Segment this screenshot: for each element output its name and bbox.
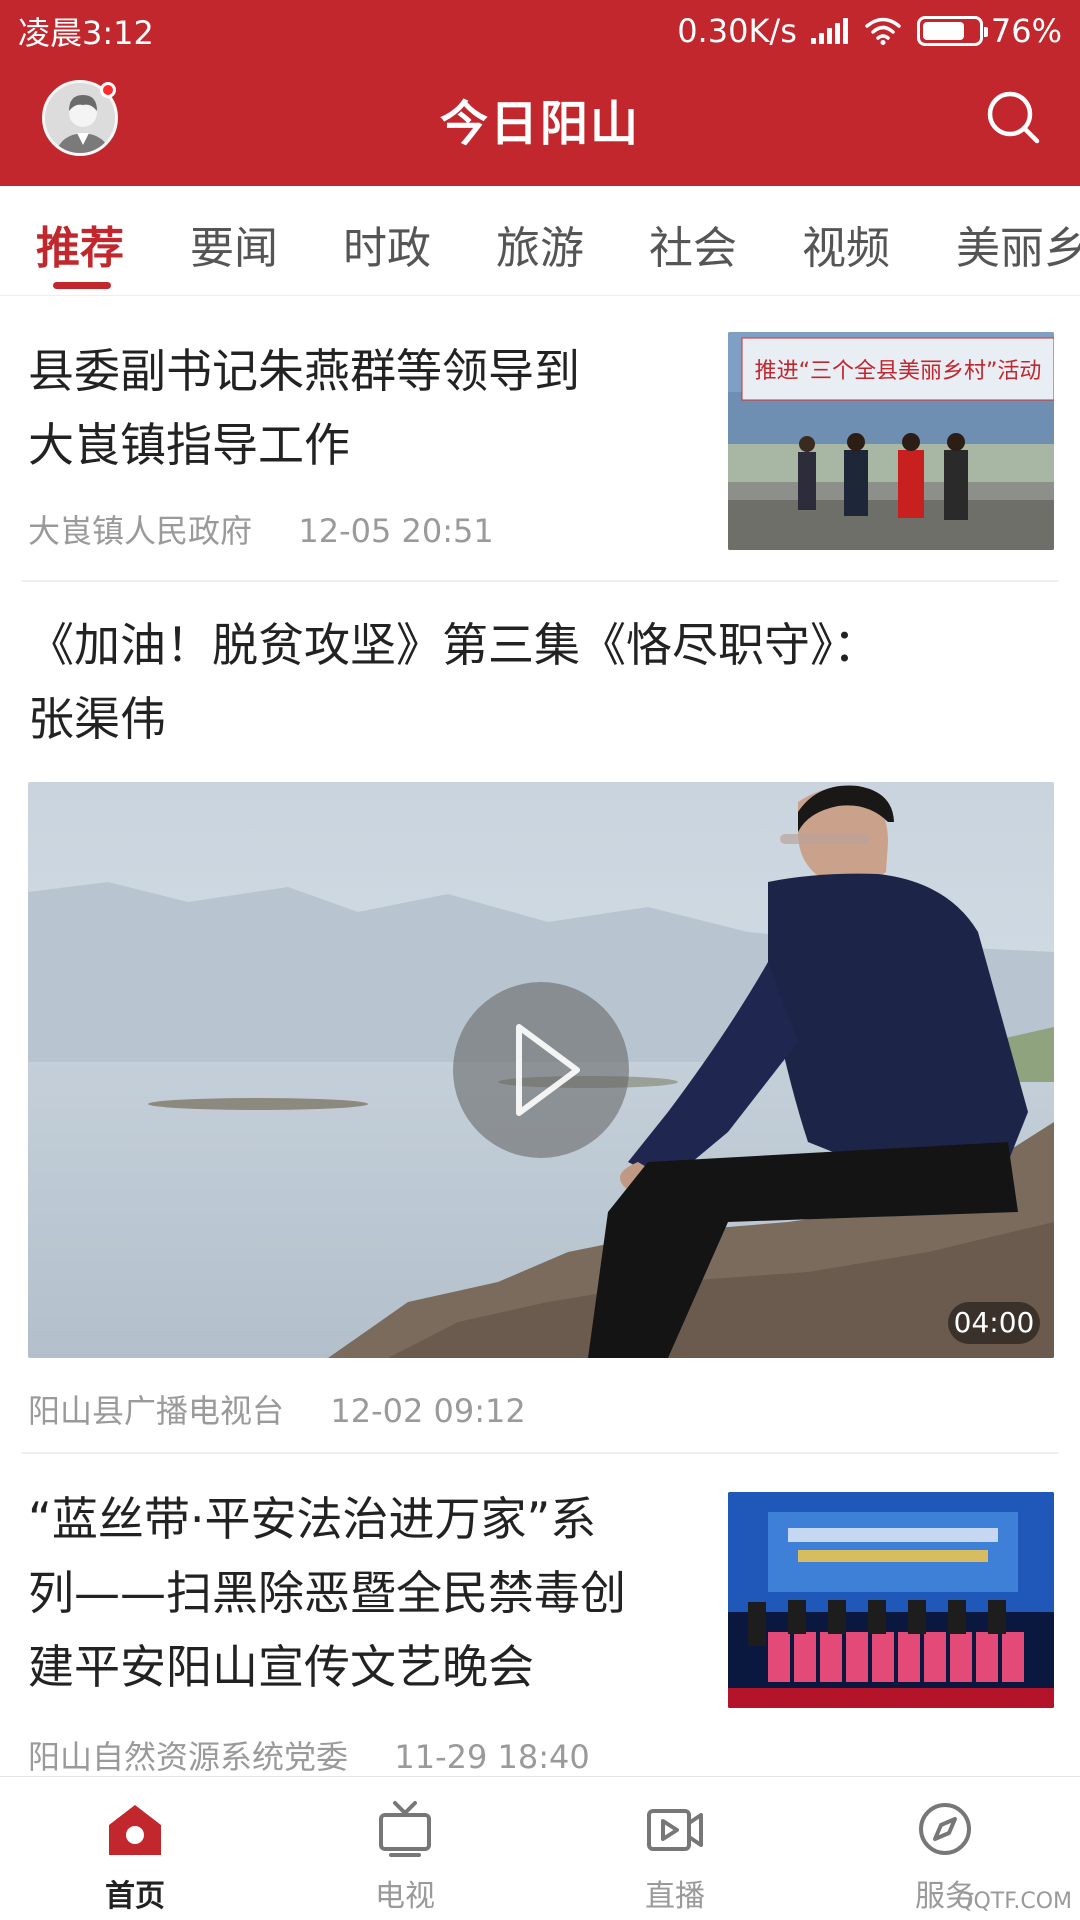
news-meta: 阳山县广播电视台 12-02 09:12 — [28, 1386, 526, 1432]
compass-icon — [919, 1803, 971, 1855]
news-source: 阳山县广播电视台 — [28, 1392, 285, 1430]
tab-headlines[interactable]: 要闻 — [190, 212, 278, 276]
status-bar: 凌晨3:12 0.30K/s 76% — [0, 0, 1080, 62]
feed-divider — [22, 1452, 1058, 1454]
title-line: 建平安阳山宣传文艺晚会 — [28, 1640, 534, 1694]
news-source: 阳山自然资源系统党委 — [28, 1738, 349, 1776]
title-line: “蓝丝带·平安法治进万家”系 — [28, 1492, 597, 1546]
title-line: 县委副书记朱燕群等领导到 — [28, 344, 580, 398]
tab-video[interactable]: 视频 — [802, 212, 890, 276]
title-line: 大崀镇指导工作 — [28, 418, 350, 472]
tab-travel[interactable]: 旅游 — [496, 212, 584, 276]
app-header: 凌晨3:12 0.30K/s 76% 今日阳山 — [0, 0, 1080, 186]
watermark: QQTF.COM — [956, 1889, 1072, 1914]
tab-politics[interactable]: 时政 — [343, 212, 431, 276]
nav-live[interactable]: 直播 — [540, 1777, 810, 1920]
news-thumbnail[interactable] — [728, 1492, 1054, 1708]
category-tabs: 推荐 要闻 时政 旅游 社会 视频 美丽乡 — [0, 186, 1080, 296]
app-title: 今日阳山 — [439, 96, 640, 152]
search-icon[interactable] — [984, 88, 1042, 146]
network-speed: 0.30K/s — [677, 12, 797, 50]
tv-icon — [379, 1801, 431, 1857]
news-title: “蓝丝带·平安法治进万家”系 列——扫黑除恶暨全民禁毒创 建平安阳山宣传文艺晚会 — [28, 1482, 708, 1704]
bottom-navigation: 首页 电视 直播 服务 QQTF.COM — [0, 1776, 1080, 1920]
title-line: 张渠伟 — [28, 692, 166, 746]
title-line: 列——扫黑除恶暨全民禁毒创 — [28, 1566, 626, 1620]
nav-label: 直播 — [645, 1879, 705, 1914]
news-title: 县委副书记朱燕群等领导到 大崀镇指导工作 — [28, 334, 688, 482]
live-video-icon — [647, 1809, 703, 1851]
thumbnail-image: 推进“三个全县美丽乡村”活动 — [728, 332, 1054, 550]
video-image: 04:00 — [28, 782, 1054, 1358]
title-line: 《加油！脱贫攻坚》第三集《恪尽职守》： — [28, 618, 879, 672]
status-time: 凌晨3:12 — [18, 14, 154, 52]
home-icon — [109, 1805, 161, 1855]
wifi-icon — [865, 17, 901, 45]
news-time: 12-02 09:12 — [330, 1392, 526, 1430]
battery-icon — [916, 16, 988, 46]
banner-text: 推进“三个全县美丽乡村”活动 — [755, 359, 1042, 384]
tab-society[interactable]: 社会 — [649, 212, 737, 276]
feed-divider — [22, 580, 1058, 582]
battery-text: 76% — [990, 12, 1062, 50]
video-thumbnail[interactable]: 04:00 — [28, 782, 1054, 1358]
news-title: 《加油！脱贫攻坚》第三集《恪尽职守》： 张渠伟 — [28, 608, 1058, 756]
nav-home[interactable]: 首页 — [0, 1777, 270, 1920]
tab-beautiful-village[interactable]: 美丽乡 — [956, 212, 1080, 276]
news-time: 11-29 18:40 — [394, 1738, 590, 1776]
video-duration: 04:00 — [954, 1306, 1035, 1339]
news-thumbnail[interactable]: 推进“三个全县美丽乡村”活动 — [728, 332, 1054, 550]
news-meta: 大崀镇人民政府 12-05 20:51 — [28, 506, 494, 552]
news-meta: 阳山自然资源系统党委 11-29 18:40 — [28, 1732, 590, 1776]
news-time: 12-05 20:51 — [298, 512, 494, 550]
active-tab-indicator — [53, 282, 111, 289]
news-source: 大崀镇人民政府 — [28, 512, 253, 550]
battery-fill — [922, 22, 964, 40]
signal-icon — [810, 18, 851, 44]
news-feed: 县委副书记朱燕群等领导到 大崀镇指导工作 大崀镇人民政府 12-05 20:51… — [0, 296, 1080, 1776]
nav-label: 电视 — [375, 1879, 435, 1914]
nav-label: 首页 — [105, 1879, 165, 1914]
status-right: 0.30K/s 76% — [677, 8, 1062, 54]
nav-tv[interactable]: 电视 — [270, 1777, 540, 1920]
thumbnail-image — [728, 1492, 1054, 1708]
tab-recommend[interactable]: 推荐 — [36, 212, 124, 276]
